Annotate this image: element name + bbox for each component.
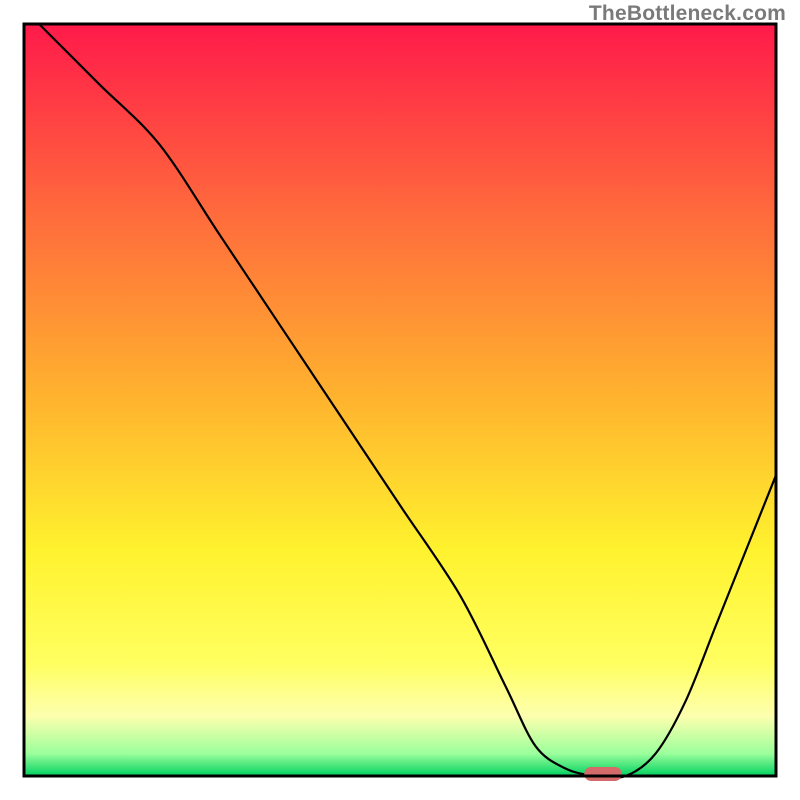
bottleneck-chart — [0, 0, 800, 800]
watermark-label: TheBottleneck.com — [589, 2, 786, 26]
optimal-marker — [584, 767, 622, 781]
chart-container: TheBottleneck.com — [0, 0, 800, 800]
chart-background — [24, 24, 776, 776]
